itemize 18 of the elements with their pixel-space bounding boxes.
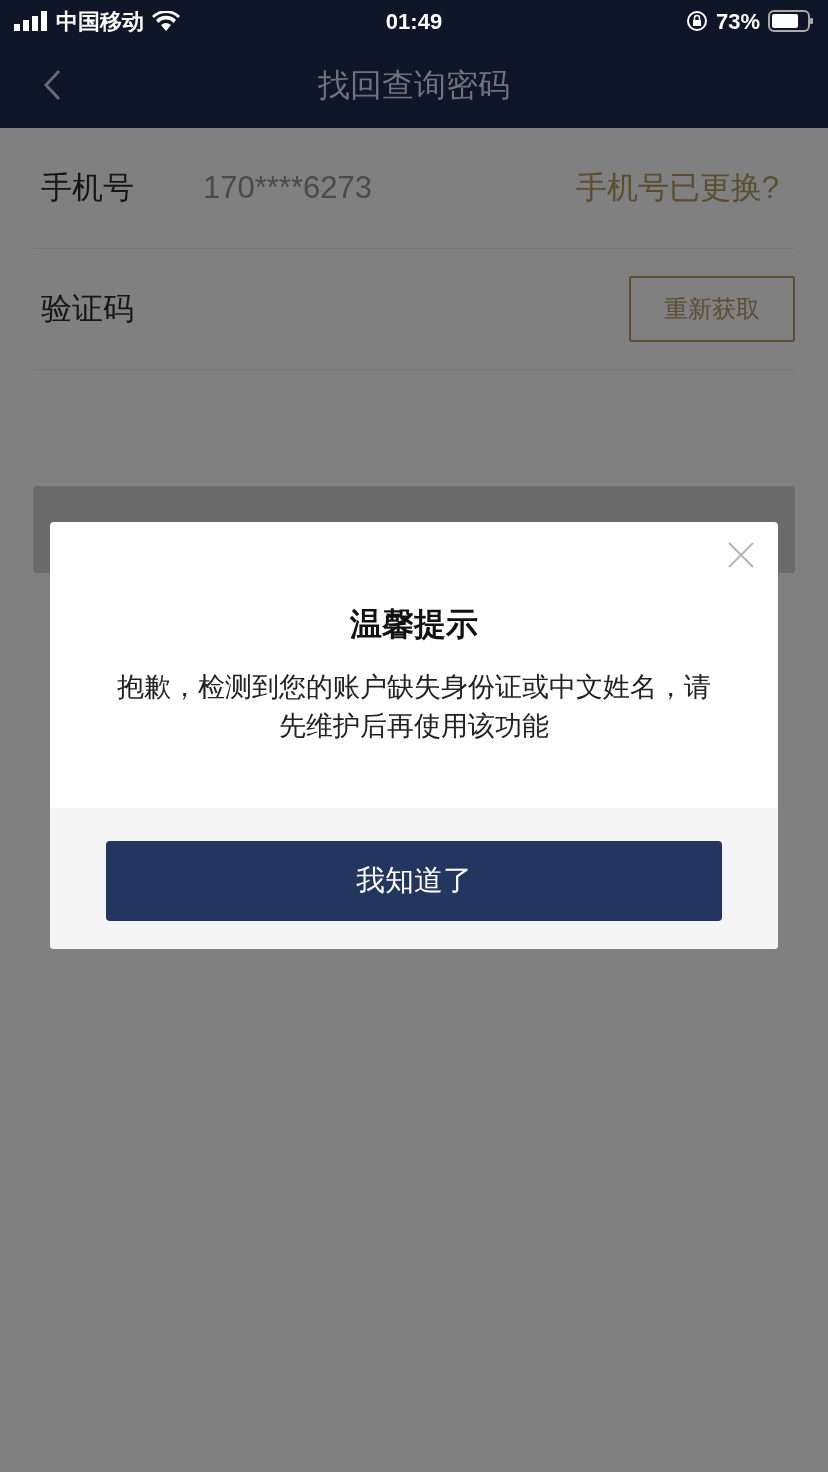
signal-icon — [14, 11, 48, 31]
carrier-name: 中国移动 — [56, 7, 144, 36]
battery-icon — [768, 10, 814, 32]
code-label: 验证码 — [41, 289, 135, 328]
battery-percent: 73% — [715, 7, 760, 36]
phone-label: 手机号 — [41, 168, 135, 207]
dialog-title: 温馨提示 — [350, 605, 478, 644]
page-title: 找回查询密码 — [318, 66, 510, 105]
rotation-lock-icon — [685, 10, 708, 32]
dialog-message: 抱歉，检测到您的账户缺失身份证或中文姓名，请先维护后再使用该功能 — [116, 671, 712, 743]
close-icon — [726, 540, 756, 570]
close-button[interactable] — [726, 540, 756, 570]
phone-changed-link[interactable]: 手机号已更换? — [575, 164, 779, 212]
wifi-icon — [152, 11, 180, 31]
status-time: 01:49 — [384, 7, 444, 36]
resend-button[interactable]: 重新获取 — [629, 276, 795, 342]
back-chevron-icon — [43, 69, 61, 101]
confirm-button[interactable]: 我知道了 — [106, 841, 722, 921]
